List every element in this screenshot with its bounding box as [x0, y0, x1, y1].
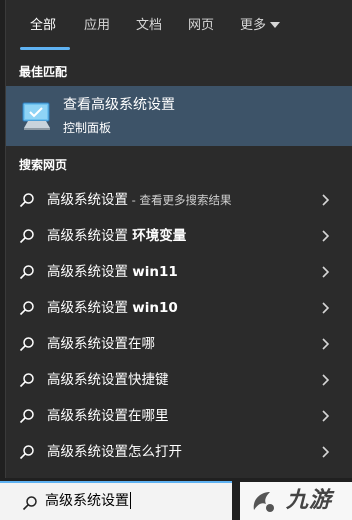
- search-query-text: 高级系统设置: [45, 493, 129, 509]
- tab-more-label: 更多: [240, 18, 267, 33]
- watermark-text: 九游: [286, 488, 333, 513]
- tab-web[interactable]: 网页: [188, 16, 214, 36]
- active-tab-indicator: [20, 47, 70, 50]
- best-match-header: 最佳匹配: [19, 65, 68, 79]
- control-panel-monitor-icon: [22, 102, 50, 130]
- chevron-right-icon: [322, 338, 330, 350]
- search-icon: [19, 409, 34, 424]
- best-match-title: 查看高级系统设置: [63, 97, 175, 113]
- search-input[interactable]: 高级系统设置: [45, 491, 131, 510]
- text-cursor: [130, 491, 131, 509]
- caret-down-icon: [270, 21, 281, 28]
- chevron-right-icon: [322, 302, 330, 314]
- search-tabs: 全部 应用 文档 网页 更多: [6, 0, 352, 52]
- result-bold: win10: [132, 300, 178, 316]
- web-result-label: 高级系统设置 win11: [47, 263, 178, 281]
- tab-documents[interactable]: 文档: [136, 16, 162, 36]
- chevron-right-icon: [322, 374, 330, 386]
- search-icon: [19, 373, 34, 388]
- result-text: 高级系统设置在哪: [47, 336, 155, 352]
- web-result-label: 高级系统设置在哪里: [47, 407, 169, 425]
- web-result-label: 高级系统设置在哪: [47, 335, 155, 353]
- search-icon: [19, 229, 34, 244]
- tab-apps[interactable]: 应用: [84, 16, 110, 36]
- chevron-right-icon: [322, 266, 330, 278]
- web-result-item[interactable]: 高级系统设置在哪: [6, 326, 352, 362]
- search-icon: [19, 337, 34, 352]
- result-text: 高级系统设置: [47, 228, 133, 244]
- result-text: 高级系统设置: [47, 264, 133, 280]
- search-results-panel: 全部 应用 文档 网页 更多 最佳匹配 查看高级系统设置 控制面板 搜索网页 高…: [5, 0, 352, 478]
- web-results-list: 高级系统设置 - 查看更多搜索结果 高级系统设置 环境变量 高级系统设置 win…: [6, 182, 352, 470]
- best-match-subtitle: 控制面板: [63, 121, 112, 135]
- search-box[interactable]: 高级系统设置: [0, 481, 232, 520]
- result-text: 高级系统设置在哪里: [47, 408, 169, 424]
- chevron-right-icon: [322, 194, 330, 206]
- result-text: 高级系统设置: [47, 192, 128, 208]
- watermark: 九游: [240, 482, 352, 520]
- web-result-item[interactable]: 高级系统设置 win11: [6, 254, 352, 290]
- result-suffix: - 查看更多搜索结果: [128, 193, 232, 207]
- search-icon: [22, 496, 37, 511]
- chevron-right-icon: [322, 410, 330, 422]
- search-icon: [19, 301, 34, 316]
- web-result-item[interactable]: 高级系统设置 - 查看更多搜索结果: [6, 182, 352, 218]
- chevron-right-icon: [322, 230, 330, 242]
- result-bold: 环境变量: [132, 228, 187, 244]
- web-result-item[interactable]: 高级系统设置在哪里: [6, 398, 352, 434]
- chevron-right-icon: [322, 446, 330, 458]
- search-icon: [19, 445, 34, 460]
- web-result-label: 高级系统设置 - 查看更多搜索结果: [47, 191, 231, 209]
- web-result-label: 高级系统设置 环境变量: [47, 227, 186, 245]
- watermark-logo-icon: [253, 492, 274, 512]
- web-result-label: 高级系统设置 win10: [47, 299, 178, 317]
- result-text: 高级系统设置怎么打开: [47, 444, 182, 460]
- best-match-item[interactable]: 查看高级系统设置 控制面板: [6, 86, 352, 146]
- tab-more[interactable]: 更多: [240, 16, 281, 36]
- web-search-header: 搜索网页: [19, 158, 68, 172]
- result-text: 高级系统设置: [47, 300, 133, 316]
- web-result-label: 高级系统设置快捷键: [47, 371, 169, 389]
- web-result-item[interactable]: 高级系统设置 win10: [6, 290, 352, 326]
- result-bold: win11: [132, 264, 178, 280]
- web-result-item[interactable]: 高级系统设置怎么打开: [6, 434, 352, 470]
- result-text: 高级系统设置快捷键: [47, 372, 169, 388]
- web-result-item[interactable]: 高级系统设置快捷键: [6, 362, 352, 398]
- web-result-item[interactable]: 高级系统设置 环境变量: [6, 218, 352, 254]
- web-result-label: 高级系统设置怎么打开: [47, 443, 182, 461]
- search-icon: [19, 193, 34, 208]
- tab-all[interactable]: 全部: [30, 16, 56, 36]
- search-icon: [19, 265, 34, 280]
